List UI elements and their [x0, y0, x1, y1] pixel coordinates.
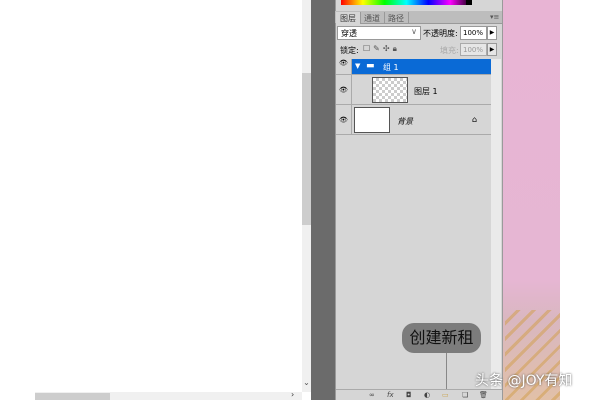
color-spectrum-black[interactable] [466, 0, 472, 5]
opacity-slider-button[interactable]: ▶ [487, 26, 497, 40]
opacity-label: 不透明度: [423, 29, 458, 38]
blend-mode-value: 穿透 [341, 29, 357, 38]
new-group-icon[interactable]: ▭ [442, 391, 449, 399]
lock-transparency-icon[interactable]: ☐ [363, 44, 373, 53]
lock-label: 锁定: [340, 46, 359, 55]
lock-pixels-icon[interactable]: ✎ [373, 44, 383, 53]
layer-thumbnail [354, 107, 390, 133]
link-icon[interactable]: ∞ [369, 391, 375, 399]
layer-name: 背景 [397, 117, 413, 126]
adjustment-icon[interactable]: ◐ [424, 391, 430, 399]
vertical-scroll-thumb[interactable] [302, 73, 311, 225]
layer-name: 图层 1 [414, 87, 438, 96]
fill-input[interactable]: 100% [460, 43, 487, 56]
tab-paths[interactable]: 路径 [384, 12, 409, 24]
opacity-input[interactable]: 100% [460, 26, 487, 40]
eye-icon[interactable]: 👁︎ [336, 75, 352, 104]
watermark: 头条 @JOY有知 [475, 373, 573, 389]
layer-row-group[interactable]: 👁︎ ▼ ▬ 组 1 [336, 59, 491, 75]
layer-row[interactable]: 👁︎ 图层 1 [336, 75, 491, 105]
scroll-down-icon[interactable]: ⌄ [302, 378, 311, 388]
trash-icon[interactable]: 🗑︎ [479, 391, 488, 399]
lock-position-icon[interactable]: ✣ [383, 44, 393, 53]
tooltip-pointer [446, 353, 447, 389]
fx-icon[interactable]: fx [387, 391, 394, 399]
color-spectrum[interactable] [341, 0, 472, 5]
lock-icon: ⌂ [472, 115, 478, 124]
lock-icons: ☐✎✣🔒︎ [363, 44, 400, 54]
tooltip: 创建新租 [402, 323, 481, 353]
scroll-right-icon[interactable]: › [291, 390, 294, 399]
lock-all-icon[interactable]: 🔒︎ [393, 44, 400, 53]
new-layer-icon[interactable]: ❏ [462, 391, 468, 399]
blend-mode-select[interactable]: 穿透 ∨ [337, 26, 421, 40]
workspace-background [311, 0, 335, 400]
fill-label: 填充: [440, 46, 459, 55]
panel-menu-icon[interactable]: ▾≡ [490, 13, 499, 21]
chevron-down-icon: ∨ [411, 27, 417, 36]
folder-icon: ▬ [366, 61, 375, 71]
layers-scrollbar[interactable] [491, 59, 501, 389]
layer-row-background[interactable]: 👁︎ 背景 ⌂ [336, 105, 491, 135]
fill-slider-button[interactable]: ▶ [487, 43, 497, 56]
expand-triangle-icon[interactable]: ▼ [355, 62, 360, 70]
mask-icon[interactable]: ◘ [406, 391, 412, 399]
eye-icon[interactable]: 👁︎ [336, 59, 352, 74]
layer-thumbnail [372, 77, 408, 103]
tab-channels[interactable]: 通道 [360, 12, 385, 24]
layers-footer: ∞ fx ◘ ◐ ▭ ❏ 🗑︎ [336, 389, 502, 400]
eye-icon[interactable]: 👁︎ [336, 105, 352, 134]
tab-layers[interactable]: 图层 [336, 12, 361, 24]
horizontal-scroll-thumb[interactable] [35, 393, 110, 400]
layer-name: 组 1 [383, 63, 399, 72]
